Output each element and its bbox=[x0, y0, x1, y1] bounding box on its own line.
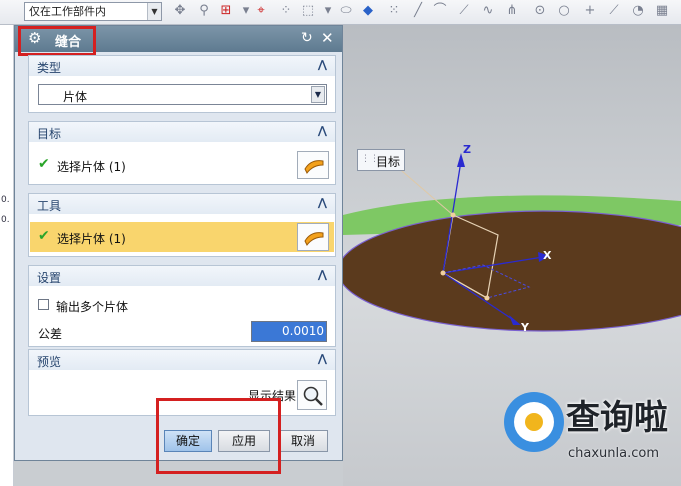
title-highlight-box bbox=[18, 26, 96, 56]
tolerance-input[interactable]: 0.0010 bbox=[251, 321, 327, 342]
target-select-row[interactable]: ✔ 选择片体 (1) bbox=[30, 150, 334, 180]
tool-select-row[interactable]: ✔ 选择片体 (1) bbox=[30, 222, 334, 252]
type-dropdown[interactable]: 片体 ▼ bbox=[38, 84, 327, 105]
tolerance-label: 公差 bbox=[38, 327, 63, 341]
reset-icon[interactable]: ↻ bbox=[301, 30, 313, 46]
chevron-down-icon: ▼ bbox=[311, 86, 325, 103]
watermark-logo-icon bbox=[504, 392, 564, 452]
line-icon[interactable]: ╱ bbox=[410, 3, 426, 19]
cancel-button[interactable]: 取消 bbox=[278, 430, 328, 452]
collapse-caret-icon[interactable]: ⋀ bbox=[318, 268, 327, 281]
existing-point-icon[interactable]: ⟋ bbox=[606, 3, 622, 19]
face-snap-icon[interactable]: ◔ bbox=[630, 3, 646, 19]
sheet-body-icon bbox=[304, 232, 324, 246]
output-multiple-checkbox[interactable] bbox=[38, 299, 49, 310]
snap-end-icon[interactable]: ⌖ bbox=[253, 3, 269, 19]
inferred-icon[interactable]: ⁘ bbox=[278, 3, 294, 19]
sew-dialog: ⚙ 缝合 ↻ ✕ 类型 ⋀ 片体 ▼ 目标 ⋀ ✔ 选择片体 (1) 工具 ⋀ … bbox=[14, 25, 343, 461]
collapse-caret-icon[interactable]: ⋀ bbox=[318, 196, 327, 209]
rectangle-select-icon[interactable]: ⬚ bbox=[300, 3, 316, 19]
spline-icon[interactable]: ∿ bbox=[480, 3, 496, 19]
watermark: 查询啦 chaxunla.com bbox=[500, 392, 676, 468]
tangent-icon[interactable]: ⟋ bbox=[456, 3, 472, 19]
tool-group-title: 工具 bbox=[37, 199, 62, 213]
target-group-header[interactable]: 目标 ⋀ bbox=[29, 122, 335, 142]
collapse-caret-icon[interactable]: ⋀ bbox=[318, 352, 327, 365]
part-navigator-edge: 0. 0. bbox=[0, 25, 14, 486]
x-axis-label: X bbox=[543, 249, 552, 262]
snap-point-icon[interactable]: ✥ bbox=[172, 3, 188, 19]
tool-group-header[interactable]: 工具 ⋀ bbox=[29, 194, 335, 214]
y-axis-label: Y bbox=[521, 321, 529, 334]
scatter-points-icon[interactable]: ⁙ bbox=[386, 3, 402, 19]
settings-group-header[interactable]: 设置 ⋀ bbox=[29, 266, 335, 286]
navigator-fragment: 0. bbox=[1, 195, 10, 205]
settings-group: 设置 ⋀ 输出多个片体 公差 0.0010 bbox=[28, 265, 336, 347]
output-multiple-label: 输出多个片体 bbox=[56, 300, 129, 314]
tool-group: 工具 ⋀ ✔ 选择片体 (1) bbox=[28, 193, 336, 257]
target-tag-label: 目标 bbox=[376, 155, 401, 169]
quadrant-icon[interactable]: ○ bbox=[556, 3, 572, 19]
checkmark-icon: ✔ bbox=[38, 156, 50, 172]
selection-scope-value: 仅在工作部件内 bbox=[29, 5, 106, 18]
settings-group-title: 设置 bbox=[37, 271, 62, 285]
sheet-body-icon bbox=[304, 160, 324, 174]
dropdown-small-icon[interactable]: ▾ bbox=[238, 3, 254, 19]
magnifier-icon bbox=[303, 386, 323, 406]
collapse-caret-icon[interactable]: ⋀ bbox=[318, 124, 327, 137]
target-tag: ⋮⋮ 目标 bbox=[357, 149, 405, 171]
z-axis-label: Z bbox=[463, 143, 471, 156]
filter-icon[interactable]: ⚲ bbox=[196, 3, 212, 19]
target-group: 目标 ⋀ ✔ 选择片体 (1) bbox=[28, 121, 336, 185]
plus-point-icon[interactable]: + bbox=[582, 3, 598, 19]
grid-icon[interactable]: ▦ bbox=[654, 3, 670, 19]
arc-icon[interactable]: ⌒ bbox=[432, 3, 448, 19]
type-group-header[interactable]: 类型 ⋀ bbox=[29, 56, 335, 76]
buttons-highlight-box bbox=[156, 398, 281, 474]
tool-select-label: 选择片体 (1) bbox=[57, 232, 126, 246]
select-sheet-button[interactable] bbox=[297, 151, 329, 179]
watermark-url: chaxunla.com bbox=[568, 446, 659, 461]
body-icon[interactable]: ⬭ bbox=[338, 3, 354, 19]
type-group: 类型 ⋀ 片体 ▼ bbox=[28, 55, 336, 113]
solid-cube-icon[interactable]: ◆ bbox=[360, 3, 376, 19]
navigator-fragment: 0. bbox=[1, 215, 10, 225]
collapse-caret-icon[interactable]: ⋀ bbox=[318, 58, 327, 71]
type-dropdown-value: 片体 bbox=[63, 90, 88, 104]
top-toolbar: 仅在工作部件内 ▼ ✥ ⚲ ⊞ ▾ ⌖ ⁘ ⬚ ▾ ⬭ ◆ ⁙ ╱ ⌒ ⟋ ∿ … bbox=[0, 0, 681, 25]
chevron-down-icon: ▼ bbox=[147, 3, 161, 20]
type-group-title: 类型 bbox=[37, 61, 62, 75]
center-point-icon[interactable]: ⊙ bbox=[532, 3, 548, 19]
preview-group-title: 预览 bbox=[37, 355, 62, 369]
preview-group-header[interactable]: 预览 ⋀ bbox=[29, 350, 335, 370]
intersection-icon[interactable]: ⋔ bbox=[504, 3, 520, 19]
show-result-button[interactable] bbox=[297, 380, 327, 410]
close-icon[interactable]: ✕ bbox=[321, 29, 334, 47]
selection-scope-dropdown[interactable]: 仅在工作部件内 ▼ bbox=[24, 2, 162, 21]
target-group-title: 目标 bbox=[37, 127, 62, 141]
dropdown-small-icon-2[interactable]: ▾ bbox=[320, 3, 336, 19]
watermark-title: 查询啦 bbox=[566, 398, 668, 438]
add-selection-icon[interactable]: ⊞ bbox=[218, 3, 234, 19]
checkmark-icon: ✔ bbox=[38, 228, 50, 244]
target-select-label: 选择片体 (1) bbox=[57, 160, 126, 174]
select-sheet-button[interactable] bbox=[297, 223, 329, 251]
